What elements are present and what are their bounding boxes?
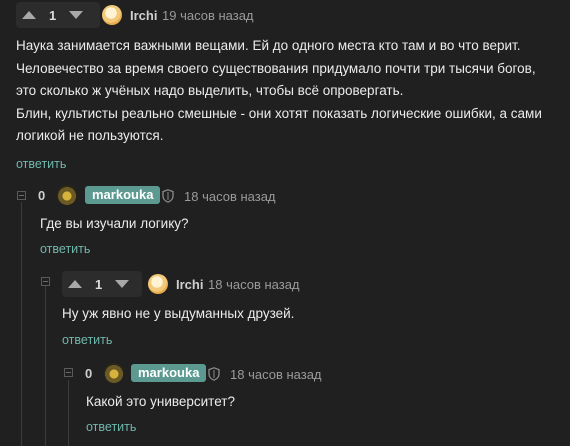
minus-square-icon[interactable] (17, 191, 26, 200)
upvote-button[interactable] (62, 271, 88, 297)
rating: 0 (38, 188, 46, 203)
thread-line[interactable] (21, 202, 22, 446)
comment-line: Блин, культисты реально смешные - они хо… (16, 105, 542, 121)
rating: 1 (49, 7, 57, 23)
triangle-down-icon (69, 11, 84, 19)
comment-line: это сколько ж учёных надо выделить, чтоб… (16, 83, 404, 98)
comment-body: Какой это университет? (86, 394, 235, 409)
reply-button[interactable]: ответить (16, 157, 66, 171)
minus-square-icon[interactable] (41, 277, 50, 286)
comment-body: Ну уж явно не у выдуманных друзей. (62, 306, 295, 321)
timestamp[interactable]: 18 часов назад (230, 367, 322, 382)
avatar[interactable] (104, 363, 124, 383)
shield-icon (208, 367, 220, 381)
reply-button[interactable]: ответить (86, 420, 136, 434)
thread-line[interactable] (68, 380, 69, 446)
author-badge[interactable]: markouka (85, 186, 161, 204)
comment-line: Человечество за время своего существован… (16, 60, 536, 76)
shield-icon (162, 189, 174, 203)
vote-control: 1 (16, 2, 100, 28)
comment-line: Наука занимается важными вещами. Ей до о… (16, 38, 521, 53)
vote-control: 1 (62, 271, 142, 297)
timestamp[interactable]: 18 часов назад (208, 277, 300, 292)
comment-body: Где вы изучали логику? (40, 216, 189, 231)
timestamp[interactable]: 18 часов назад (184, 189, 276, 204)
timestamp[interactable]: 19 часов назад (162, 8, 254, 23)
triangle-up-icon (68, 280, 82, 288)
reply-button[interactable]: ответить (40, 242, 90, 256)
comment-body: Наука занимается важными вещами. Ей до о… (16, 35, 566, 148)
downvote-button[interactable] (109, 271, 135, 297)
triangle-down-icon (115, 280, 130, 288)
triangle-up-icon (22, 11, 36, 19)
comment-line: логикой не пользуются. (16, 128, 164, 143)
avatar[interactable] (148, 274, 168, 294)
reply-button[interactable]: ответить (62, 333, 112, 347)
thread-line[interactable] (45, 286, 46, 446)
upvote-button[interactable] (16, 2, 42, 28)
rating: 1 (95, 276, 103, 292)
author-badge[interactable]: markouka (131, 364, 207, 382)
author-name[interactable]: Irchi (130, 8, 157, 23)
downvote-button[interactable] (63, 2, 89, 28)
minus-square-icon[interactable] (64, 368, 73, 377)
author-name[interactable]: Irchi (176, 277, 203, 292)
rating: 0 (85, 366, 93, 381)
avatar[interactable] (102, 5, 122, 25)
avatar[interactable] (57, 185, 77, 205)
